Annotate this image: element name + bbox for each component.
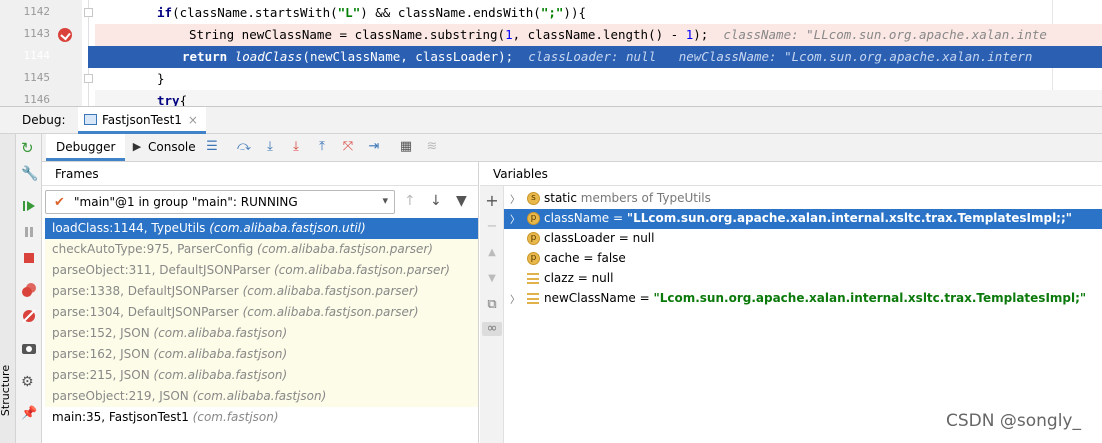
fold-icon[interactable] xyxy=(84,74,93,83)
pin-icon[interactable]: 📌 xyxy=(21,406,37,422)
move-down-icon[interactable]: ▼ xyxy=(485,272,499,286)
camera-icon[interactable] xyxy=(21,340,37,356)
inline-value: classLoader: null xyxy=(528,49,657,64)
chevron-right-icon[interactable]: 〉 xyxy=(510,191,520,206)
watermark: CSDN @songly_ xyxy=(946,411,1081,431)
pause-icon[interactable] xyxy=(21,224,37,240)
frame-row[interactable]: checkAutoType:975, ParserConfig (com.ali… xyxy=(45,239,478,260)
console-icon: ▶ xyxy=(132,140,142,153)
run-to-cursor-icon[interactable]: ⇥ xyxy=(367,140,381,154)
parameter-badge-icon: p xyxy=(527,232,540,245)
stop-icon[interactable] xyxy=(21,250,37,266)
variables-header: Variables xyxy=(480,162,1102,186)
rerun-icon[interactable]: ↻ xyxy=(21,140,37,156)
close-icon[interactable]: × xyxy=(188,113,198,127)
variable-row[interactable]: clazz = null xyxy=(504,269,1102,289)
frames-header: Frames xyxy=(42,162,478,186)
variables-toolbar: + − ▲ ▼ ⧉ ∞ xyxy=(480,186,504,443)
resume-icon[interactable] xyxy=(21,198,37,214)
tab-debugger[interactable]: Debugger xyxy=(46,134,126,161)
tab-fastjsontest1[interactable]: FastjsonTest1 × xyxy=(78,107,206,134)
frame-row[interactable]: parse:152, JSON (com.alibaba.fastjson) xyxy=(45,323,478,344)
arrow-down-icon[interactable]: ↓ xyxy=(430,193,442,209)
parameter-badge-icon: p xyxy=(527,252,540,265)
trace-icon[interactable]: ≋ xyxy=(425,140,439,154)
frame-row[interactable]: main:35, FastjsonTest1 (com.fastjson) xyxy=(45,407,478,428)
filter-icon[interactable]: ▼ xyxy=(456,193,467,209)
structure-label[interactable]: Structure xyxy=(0,365,12,416)
thread-selector[interactable]: ✔ "main"@1 in group "main": RUNNING ▾ xyxy=(45,190,395,214)
variable-row[interactable]: 〉 p className = "LLcom.sun.org.apache.xa… xyxy=(504,209,1102,229)
frame-row[interactable]: parse:162, JSON (com.alibaba.fastjson) xyxy=(45,344,478,365)
move-up-icon[interactable]: ▲ xyxy=(485,246,499,260)
local-variable-icon xyxy=(527,293,539,304)
variable-row[interactable]: p classLoader = null xyxy=(504,229,1102,249)
settings-icon[interactable]: ⚙ xyxy=(21,374,37,390)
mute-breakpoints-icon[interactable] xyxy=(21,308,37,324)
code-line: if(className.startsWith("L") && classNam… xyxy=(157,5,586,20)
step-over-icon[interactable]: ⤓ xyxy=(263,140,277,154)
glasses-icon[interactable]: ∞ xyxy=(482,322,502,336)
chevron-right-icon[interactable]: 〉 xyxy=(510,211,520,226)
variable-row[interactable]: p cache = false xyxy=(504,249,1102,269)
drop-frame-icon[interactable]: ⤧ xyxy=(341,140,355,154)
line-number: 1144 xyxy=(23,49,51,62)
line-number: 1146 xyxy=(23,93,51,106)
frame-row[interactable]: parseObject:219, JSON (com.alibaba.fastj… xyxy=(45,386,478,407)
tab-console[interactable]: ▶ Console xyxy=(128,134,202,161)
fold-icon[interactable] xyxy=(84,8,93,17)
add-watch-icon[interactable]: + xyxy=(485,193,499,209)
debug-left-toolbar: ↻ 🔧 ⚙ 📌 xyxy=(16,134,42,443)
frame-row[interactable]: parse:1304, DefaultJSONParser (com.aliba… xyxy=(45,302,478,323)
copy-icon[interactable]: ⧉ xyxy=(485,298,499,312)
frame-row[interactable]: parseObject:311, DefaultJSONParser (com.… xyxy=(45,260,478,281)
variable-row[interactable]: 〉 newClassName = "Lcom.sun.org.apache.xa… xyxy=(504,289,1102,309)
line-number: 1142 xyxy=(23,5,51,18)
code-line: try{ xyxy=(95,90,1102,106)
parameter-badge-icon: p xyxy=(527,212,540,225)
code-line: } xyxy=(157,71,165,86)
chevron-right-icon[interactable]: 〉 xyxy=(510,291,520,306)
inline-value: newClassName: "Lcom.sun.org.apache.xalan… xyxy=(678,49,1033,64)
structure-sidebar[interactable]: Structure xyxy=(0,134,16,443)
code-line-current: return loadClass(newClassName, classLoad… xyxy=(88,46,1102,68)
code-editor[interactable]: 1142 1143 1144 1145 1146 if(className.st… xyxy=(0,0,1102,106)
frame-row[interactable]: parse:1338, DefaultJSONParser (com.aliba… xyxy=(45,281,478,302)
breakpoint-icon[interactable] xyxy=(58,28,72,42)
debugger-toolbar: Debugger ▶ Console ☰ ⤼ ⤓ ⤓ ⤒ ⤧ ⇥ ▦ ≋ xyxy=(42,134,1102,162)
chevron-down-icon: ▾ xyxy=(382,194,388,207)
debug-label: Debug: xyxy=(22,113,66,127)
local-variable-icon xyxy=(527,273,539,284)
evaluate-expression-icon[interactable]: ▦ xyxy=(399,140,413,154)
frame-row[interactable]: parse:215, JSON (com.alibaba.fastjson) xyxy=(45,365,478,386)
check-icon: ✔ xyxy=(54,195,65,210)
show-execution-point-icon[interactable]: ⤼ xyxy=(237,140,251,154)
step-into-icon[interactable]: ⤓ xyxy=(289,140,303,154)
wrench-icon[interactable]: 🔧 xyxy=(21,166,38,182)
menu-icon[interactable]: ☰ xyxy=(205,140,219,154)
run-config-icon xyxy=(84,114,97,125)
line-number: 1145 xyxy=(23,71,51,84)
variable-row[interactable]: 〉 s static members of TypeUtils xyxy=(504,189,1102,209)
frame-row[interactable]: loadClass:1144, TypeUtils (com.alibaba.f… xyxy=(45,218,478,239)
view-breakpoints-icon[interactable] xyxy=(21,282,37,298)
debug-tool-window-header: Debug: FastjsonTest1 × xyxy=(0,106,1102,134)
static-badge-icon: s xyxy=(527,192,540,205)
inline-value: className: "LLcom.sun.org.apache.xalan.i… xyxy=(723,27,1047,42)
arrow-up-icon[interactable]: ↑ xyxy=(404,193,416,209)
code-line-breakpoint: String newClassName = className.substrin… xyxy=(95,24,1102,46)
line-number: 1143 xyxy=(23,27,51,40)
step-out-icon[interactable]: ⤒ xyxy=(315,140,329,154)
remove-watch-icon[interactable]: − xyxy=(485,220,499,234)
